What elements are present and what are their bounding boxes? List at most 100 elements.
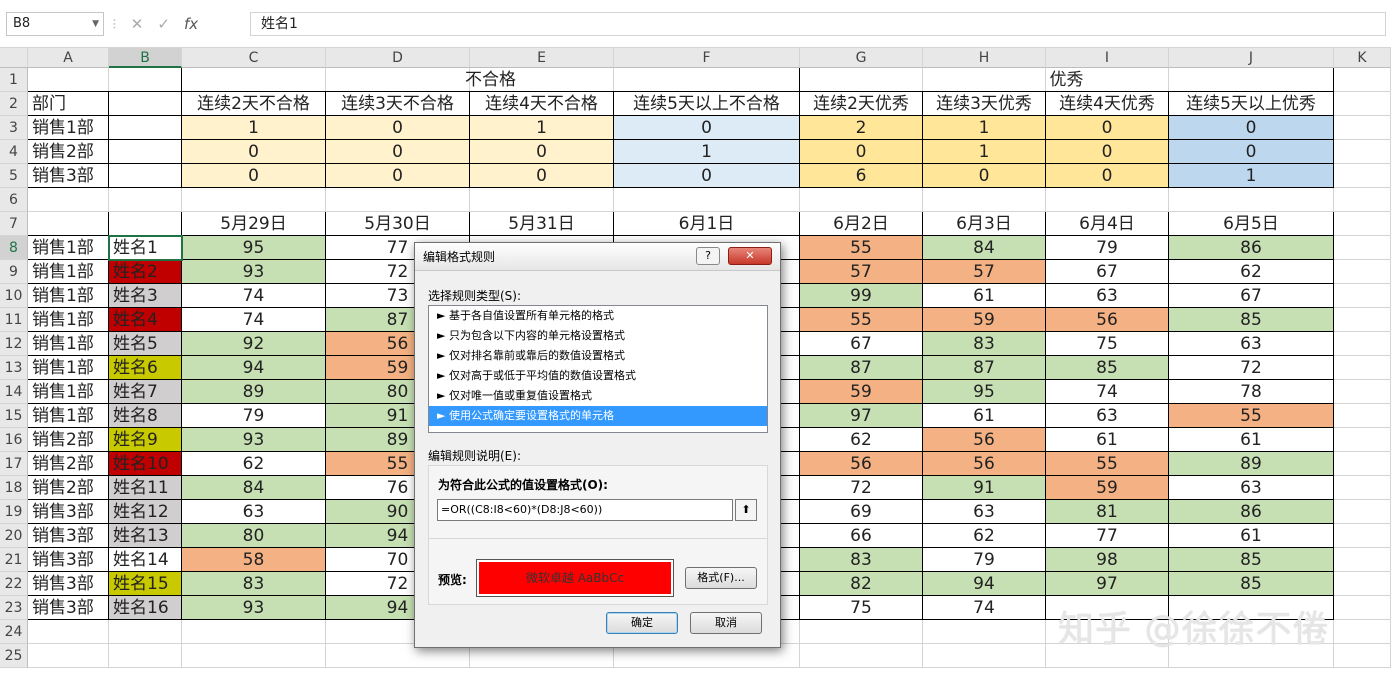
date-header[interactable]: 6月3日: [923, 212, 1046, 236]
score-cell[interactable]: 61: [1169, 428, 1334, 452]
detail-dept[interactable]: 销售3部: [28, 524, 109, 548]
score-cell[interactable]: 63: [182, 500, 326, 524]
summary-header[interactable]: 连续4天优秀: [1046, 92, 1169, 116]
summary-header[interactable]: 连续2天优秀: [800, 92, 923, 116]
column-header-h[interactable]: H: [923, 48, 1046, 68]
detail-dept[interactable]: 销售3部: [28, 572, 109, 596]
score-cell[interactable]: 85: [1169, 308, 1334, 332]
score-cell[interactable]: 61: [1046, 428, 1169, 452]
score-cell[interactable]: 84: [923, 236, 1046, 260]
cell-b[interactable]: [109, 116, 182, 140]
score-cell[interactable]: 58: [182, 548, 326, 572]
detail-name[interactable]: 姓名9: [109, 428, 182, 452]
row-header-16[interactable]: 16: [0, 428, 28, 452]
detail-name[interactable]: 姓名5: [109, 332, 182, 356]
column-header-g[interactable]: G: [800, 48, 923, 68]
score-cell[interactable]: 94: [182, 356, 326, 380]
detail-dept[interactable]: 销售1部: [28, 260, 109, 284]
column-header-c[interactable]: C: [182, 48, 326, 68]
score-cell[interactable]: 57: [923, 260, 1046, 284]
cell[interactable]: [923, 644, 1046, 668]
cell-a7[interactable]: [28, 212, 109, 236]
rule-type-list[interactable]: ► 基于各自值设置所有单元格的格式 ► 只为包含以下内容的单元格设置格式 ► 仅对排…: [428, 305, 768, 433]
detail-name[interactable]: 姓名10: [109, 452, 182, 476]
summary-header[interactable]: 连续5天以上优秀: [1169, 92, 1334, 116]
cell[interactable]: [1334, 212, 1391, 236]
row-header-22[interactable]: 22: [0, 572, 28, 596]
cell[interactable]: [1334, 644, 1391, 668]
cell[interactable]: [470, 188, 614, 212]
summary-value[interactable]: 2: [800, 116, 923, 140]
cell[interactable]: [1334, 188, 1391, 212]
column-header-e[interactable]: E: [470, 48, 614, 68]
row-header-6[interactable]: 6: [0, 188, 28, 212]
cell[interactable]: [28, 620, 109, 644]
score-cell[interactable]: 99: [800, 284, 923, 308]
score-cell[interactable]: 84: [182, 476, 326, 500]
row-header-14[interactable]: 14: [0, 380, 28, 404]
score-cell[interactable]: 61: [1169, 524, 1334, 548]
summary-value[interactable]: 1: [470, 116, 614, 140]
cell[interactable]: [109, 620, 182, 644]
detail-name[interactable]: 姓名8: [109, 404, 182, 428]
score-cell[interactable]: 81: [1046, 500, 1169, 524]
row-header-4[interactable]: 4: [0, 140, 28, 164]
summary-value[interactable]: 0: [1046, 140, 1169, 164]
summary-value[interactable]: 1: [923, 116, 1046, 140]
row-header-15[interactable]: 15: [0, 404, 28, 428]
cell[interactable]: [1046, 188, 1169, 212]
detail-dept[interactable]: 销售3部: [28, 548, 109, 572]
summary-value[interactable]: 1: [1169, 164, 1334, 188]
summary-header[interactable]: 连续4天不合格: [470, 92, 614, 116]
score-cell[interactable]: 78: [1169, 380, 1334, 404]
detail-name[interactable]: 姓名6: [109, 356, 182, 380]
summary-value[interactable]: 0: [470, 164, 614, 188]
detail-name[interactable]: 姓名11: [109, 476, 182, 500]
formula-input[interactable]: 姓名1: [250, 12, 1386, 36]
row-header-18[interactable]: 18: [0, 476, 28, 500]
cancel-button[interactable]: 取消: [690, 612, 762, 634]
summary-header[interactable]: 连续5天以上不合格: [614, 92, 800, 116]
detail-name[interactable]: 姓名4: [109, 308, 182, 332]
close-button[interactable]: ✕: [728, 247, 772, 265]
date-header[interactable]: 5月31日: [470, 212, 614, 236]
score-cell[interactable]: 98: [1046, 548, 1169, 572]
row-header-13[interactable]: 13: [0, 356, 28, 380]
cell[interactable]: [28, 644, 109, 668]
score-cell[interactable]: 61: [923, 404, 1046, 428]
detail-dept[interactable]: 销售2部: [28, 428, 109, 452]
summary-value[interactable]: 0: [923, 164, 1046, 188]
detail-name[interactable]: 姓名14: [109, 548, 182, 572]
chevron-down-icon[interactable]: ▼: [92, 13, 99, 35]
column-header-f[interactable]: F: [614, 48, 800, 68]
detail-dept[interactable]: 销售2部: [28, 452, 109, 476]
cell[interactable]: [1334, 260, 1391, 284]
score-cell[interactable]: 75: [1046, 332, 1169, 356]
detail-dept[interactable]: 销售1部: [28, 332, 109, 356]
score-cell[interactable]: 62: [800, 428, 923, 452]
score-cell[interactable]: 67: [1169, 284, 1334, 308]
score-cell[interactable]: 97: [1046, 572, 1169, 596]
cell[interactable]: [1334, 116, 1391, 140]
cell[interactable]: [1334, 452, 1391, 476]
score-cell[interactable]: 83: [923, 332, 1046, 356]
formula-field[interactable]: =OR((C8:I8<60)*(D8:J8<60)): [437, 499, 733, 521]
cell[interactable]: [1334, 404, 1391, 428]
row-header-3[interactable]: 3: [0, 116, 28, 140]
format-button[interactable]: 格式(F)...: [685, 567, 757, 589]
detail-name[interactable]: 姓名2: [109, 260, 182, 284]
cell[interactable]: [182, 620, 326, 644]
cell[interactable]: [1334, 284, 1391, 308]
cell-a1[interactable]: [28, 68, 182, 92]
cancel-icon[interactable]: ✕: [131, 15, 144, 33]
score-cell[interactable]: 56: [923, 428, 1046, 452]
summary-value[interactable]: 0: [1046, 164, 1169, 188]
detail-name[interactable]: 姓名7: [109, 380, 182, 404]
score-cell[interactable]: 56: [1046, 308, 1169, 332]
cell[interactable]: [923, 188, 1046, 212]
score-cell[interactable]: 79: [923, 548, 1046, 572]
cell[interactable]: [800, 188, 923, 212]
score-cell[interactable]: 69: [800, 500, 923, 524]
row-header-24[interactable]: 24: [0, 620, 28, 644]
cell[interactable]: [1334, 92, 1391, 116]
